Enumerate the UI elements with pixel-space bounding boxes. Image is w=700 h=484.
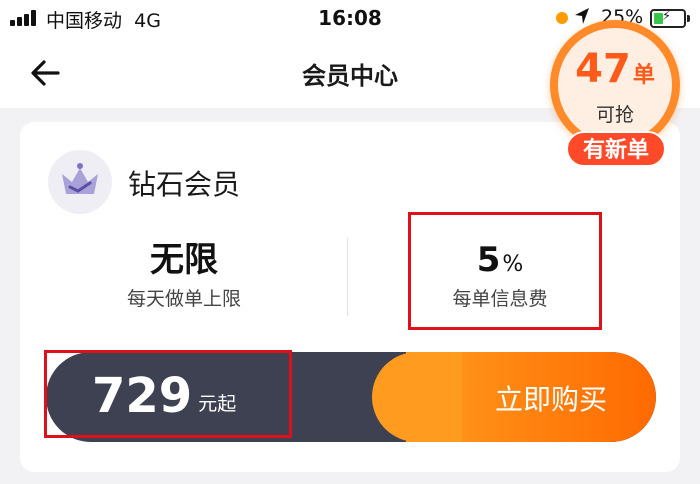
battery-charging-icon: ⚡ <box>650 9 690 28</box>
buy-now-label[interactable]: 立即购买 <box>446 378 656 418</box>
highlight-box-price <box>44 350 292 438</box>
daily-limit-label: 每天做单上限 <box>126 288 241 310</box>
page-title: 会员中心 <box>302 62 398 90</box>
tier-name: 钻石会员 <box>128 168 241 201</box>
recording-dot-icon <box>556 12 568 24</box>
carrier-name: 中国移动 <box>46 10 123 32</box>
crown-icon <box>48 150 112 214</box>
stats-divider <box>347 238 348 316</box>
badge-subtitle: 可抢 <box>595 104 634 126</box>
arrow-left-icon[interactable] <box>28 56 64 90</box>
carrier-label: 中国移动 4G <box>46 6 161 33</box>
badge-count-value: 47 <box>575 46 631 92</box>
signal-icon <box>10 10 40 26</box>
status-time: 16:08 <box>318 6 382 30</box>
new-orders-pill[interactable]: 有新单 <box>566 131 666 167</box>
highlight-box-fee <box>408 212 602 330</box>
daily-limit-stat: 无限 每天做单上限 <box>84 238 284 311</box>
badge-count: 47单 <box>558 46 672 92</box>
network-type: 4G <box>134 10 161 32</box>
daily-limit-value: 无限 <box>150 240 218 280</box>
badge-count-unit: 单 <box>632 63 655 88</box>
